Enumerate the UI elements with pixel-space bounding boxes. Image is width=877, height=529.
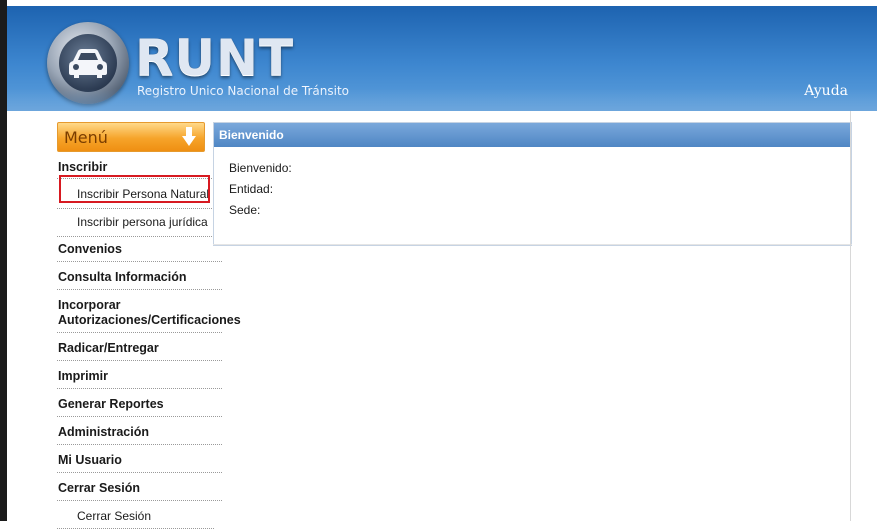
car-logo-icon bbox=[47, 22, 129, 104]
app-header: RUNT Registro Unico Nacional de Tránsito… bbox=[7, 6, 877, 111]
sidebar-item-imprimir[interactable]: Imprimir bbox=[57, 361, 222, 389]
sidebar-item-consulta-informacion[interactable]: Consulta Información bbox=[57, 262, 222, 290]
sidebar-item-inscribir[interactable]: Inscribir bbox=[57, 158, 222, 179]
welcome-panel: Bienvenido Bienvenido: Entidad: Sede: bbox=[213, 122, 852, 246]
welcome-fields: Bienvenido: Entidad: Sede: bbox=[214, 147, 851, 224]
field-label-bienvenido: Bienvenido: bbox=[229, 161, 292, 175]
arrow-down-icon bbox=[182, 127, 196, 146]
runt-brand-logo: RUNT bbox=[135, 29, 295, 87]
sidebar-item-incorporar-autorizaciones[interactable]: Incorporar Autorizaciones/Certificacione… bbox=[57, 290, 241, 333]
header-subtitle: Registro Unico Nacional de Tránsito bbox=[137, 84, 350, 98]
sidebar-item-inscribir-persona-natural[interactable]: Inscribir Persona Natural bbox=[57, 179, 214, 209]
field-row-bienvenido: Bienvenido: bbox=[229, 161, 851, 182]
menu-title: Menú bbox=[64, 128, 108, 147]
sidebar-item-mi-usuario[interactable]: Mi Usuario bbox=[57, 445, 222, 473]
help-link[interactable]: Ayuda bbox=[804, 83, 848, 99]
content-divider bbox=[213, 244, 852, 245]
sidebar-item-convenios[interactable]: Convenios bbox=[57, 237, 222, 262]
sidebar-item-cerrar-sesion-sub[interactable]: Cerrar Sesión bbox=[57, 501, 214, 529]
sidebar-menu: Menú Inscribir Inscribir Persona Natural… bbox=[57, 122, 241, 529]
panel-title: Bienvenido bbox=[214, 123, 851, 147]
window-frame-left bbox=[0, 0, 7, 521]
sidebar-item-radicar-entregar[interactable]: Radicar/Entregar bbox=[57, 333, 222, 361]
menu-header[interactable]: Menú bbox=[57, 122, 205, 152]
sidebar-item-cerrar-sesion[interactable]: Cerrar Sesión bbox=[57, 473, 222, 501]
content-right-edge bbox=[850, 111, 851, 521]
field-row-entidad: Entidad: bbox=[229, 182, 851, 203]
sidebar-item-administracion[interactable]: Administración bbox=[57, 417, 222, 445]
sidebar-item-inscribir-persona-juridica[interactable]: Inscribir persona jurídica bbox=[57, 209, 214, 237]
field-label-entidad: Entidad: bbox=[229, 182, 274, 196]
field-row-sede: Sede: bbox=[229, 203, 851, 224]
field-label-sede: Sede: bbox=[229, 203, 261, 217]
sidebar-item-generar-reportes[interactable]: Generar Reportes bbox=[57, 389, 222, 417]
